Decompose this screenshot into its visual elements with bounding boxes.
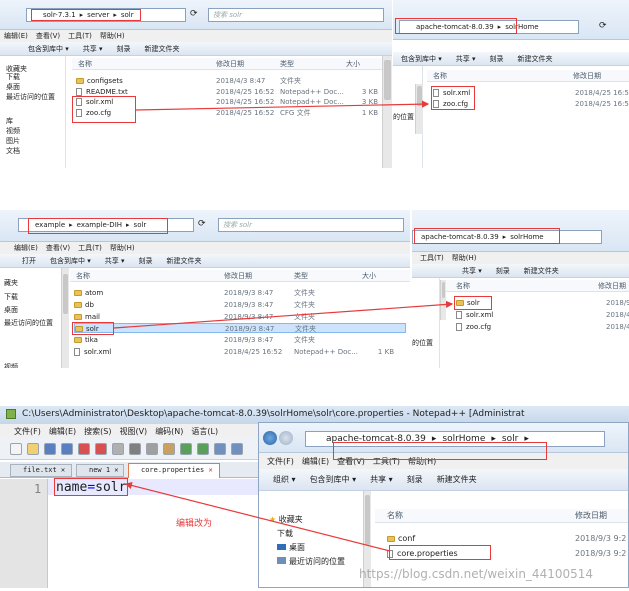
arrow-3 (124, 481, 391, 552)
arrow-1 (135, 100, 430, 111)
arrow-2 (113, 300, 454, 329)
annotation-arrows (113, 100, 454, 552)
